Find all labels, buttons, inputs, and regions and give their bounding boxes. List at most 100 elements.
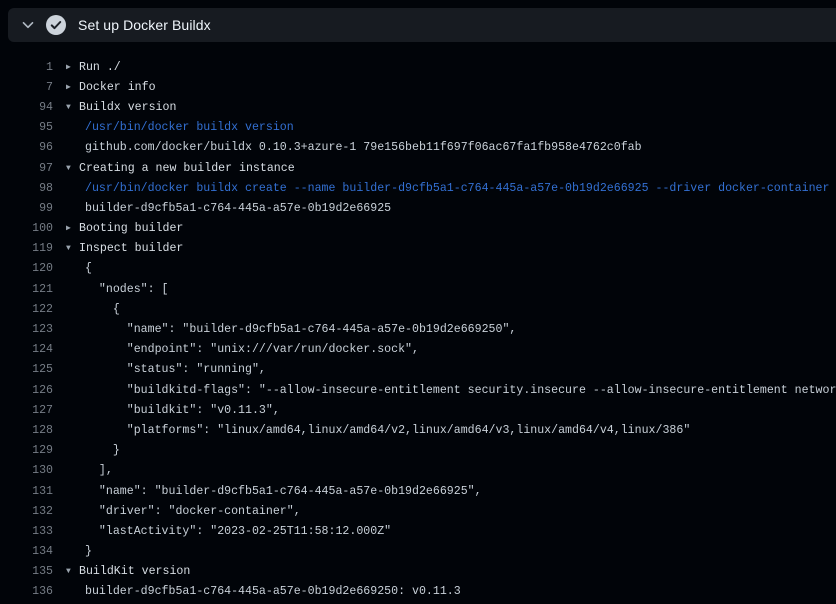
log-row: 126 "buildkitd-flags": "--allow-insecure… <box>0 380 836 400</box>
log-row: 133 "lastActivity": "2023-02-25T11:58:12… <box>0 521 836 541</box>
group-title: Inspect builder <box>79 242 183 255</box>
line-number[interactable]: 127 <box>0 404 53 417</box>
line-number[interactable]: 136 <box>0 585 53 598</box>
triangle-right-icon[interactable]: ▶ <box>66 82 79 92</box>
log-row: 122 { <box>0 299 836 319</box>
line-number[interactable]: 7 <box>0 81 53 94</box>
group-title: Buildx version <box>79 101 176 114</box>
output-line: "name": "builder-d9cfb5a1-c764-445a-a57e… <box>66 485 482 498</box>
log-row: 99 builder-d9cfb5a1-c764-445a-a57e-0b19d2… <box>0 198 836 218</box>
log-row: 130 ], <box>0 461 836 481</box>
line-number[interactable]: 124 <box>0 343 53 356</box>
group-title: Docker info <box>79 81 156 94</box>
group-header[interactable]: ▼Creating a new builder instance <box>66 162 295 175</box>
line-number[interactable]: 98 <box>0 182 53 195</box>
group-header[interactable]: ▶Run ./ <box>66 61 121 74</box>
output-line: "driver": "docker-container", <box>66 505 301 518</box>
line-number[interactable]: 135 <box>0 565 53 578</box>
line-number[interactable]: 100 <box>0 222 53 235</box>
output-line: { <box>66 262 92 275</box>
log-row: 131 "name": "builder-d9cfb5a1-c764-445a-… <box>0 481 836 501</box>
triangle-down-icon[interactable]: ▼ <box>66 164 79 173</box>
line-number[interactable]: 119 <box>0 242 53 255</box>
log-row: 124 "endpoint": "unix:///var/run/docker.… <box>0 340 836 360</box>
triangle-down-icon[interactable]: ▼ <box>66 244 79 253</box>
line-number[interactable]: 123 <box>0 323 53 336</box>
log-group-row[interactable]: 119 ▼Inspect builder <box>0 239 836 259</box>
triangle-down-icon[interactable]: ▼ <box>66 103 79 112</box>
log-row: 120 { <box>0 259 836 279</box>
log-row: 134} <box>0 542 836 562</box>
chevron-down-icon[interactable] <box>18 15 38 35</box>
group-header[interactable]: ▼Buildx version <box>66 101 176 114</box>
log-group-row[interactable]: 94 ▼Buildx version <box>0 97 836 117</box>
group-header[interactable]: ▶Docker info <box>66 81 156 94</box>
log-row: 125 "status": "running", <box>0 360 836 380</box>
command-line: /usr/bin/docker buildx create --name bui… <box>66 182 829 195</box>
triangle-down-icon[interactable]: ▼ <box>66 567 79 576</box>
line-number[interactable]: 133 <box>0 525 53 538</box>
log-row: 121 "nodes": [ <box>0 279 836 299</box>
line-number[interactable]: 121 <box>0 283 53 296</box>
log-row: 127 "buildkit": "v0.11.3", <box>0 400 836 420</box>
check-circle-icon <box>46 15 66 35</box>
output-line: "endpoint": "unix:///var/run/docker.sock… <box>66 343 419 356</box>
output-line: builder-d9cfb5a1-c764-445a-a57e-0b19d2e6… <box>66 585 461 598</box>
log-container: 1▶Run ./7▶Docker info94▼Buildx version95… <box>0 57 836 602</box>
log-row: 129 } <box>0 441 836 461</box>
line-number[interactable]: 97 <box>0 162 53 175</box>
line-number[interactable]: 130 <box>0 464 53 477</box>
line-number[interactable]: 99 <box>0 202 53 215</box>
log-row: 95/usr/bin/docker buildx version <box>0 118 836 138</box>
line-number[interactable]: 1 <box>0 61 53 74</box>
output-line: "status": "running", <box>66 363 266 376</box>
output-line: github.com/docker/buildx 0.10.3+azure-1 … <box>66 141 642 154</box>
output-line: ], <box>66 464 113 477</box>
step-title: Set up Docker Buildx <box>78 17 211 33</box>
line-number[interactable]: 132 <box>0 505 53 518</box>
step-header[interactable]: Set up Docker Buildx <box>8 8 836 42</box>
command-line: /usr/bin/docker buildx version <box>66 121 294 134</box>
group-title: Booting builder <box>79 222 183 235</box>
line-number[interactable]: 94 <box>0 101 53 114</box>
log-row: 123 "name": "builder-d9cfb5a1-c764-445a-… <box>0 319 836 339</box>
line-number[interactable]: 122 <box>0 303 53 316</box>
output-line: "platforms": "linux/amd64,linux/amd64/v2… <box>66 424 690 437</box>
line-number[interactable]: 95 <box>0 121 53 134</box>
line-number[interactable]: 126 <box>0 384 53 397</box>
triangle-right-icon[interactable]: ▶ <box>66 223 79 233</box>
log-group-row[interactable]: 135 ▼BuildKit version <box>0 562 836 582</box>
line-number[interactable]: 120 <box>0 262 53 275</box>
log-row: 132 "driver": "docker-container", <box>0 501 836 521</box>
output-line: } <box>66 444 120 457</box>
group-header[interactable]: ▶Booting builder <box>66 222 183 235</box>
line-number[interactable]: 129 <box>0 444 53 457</box>
log-group-row[interactable]: 1 ▶Run ./ <box>0 57 836 77</box>
line-number[interactable]: 134 <box>0 545 53 558</box>
line-number[interactable]: 131 <box>0 485 53 498</box>
log-group-row[interactable]: 100 ▶Booting builder <box>0 219 836 239</box>
output-line: "nodes": [ <box>66 283 169 296</box>
log-group-row[interactable]: 97 ▼Creating a new builder instance <box>0 158 836 178</box>
log-row: 136 builder-d9cfb5a1-c764-445a-a57e-0b19d… <box>0 582 836 602</box>
group-header[interactable]: ▼Inspect builder <box>66 242 183 255</box>
line-number[interactable]: 125 <box>0 363 53 376</box>
log-row: 128 "platforms": "linux/amd64,linux/amd6… <box>0 420 836 440</box>
output-line: "buildkitd-flags": "--allow-insecure-ent… <box>66 384 836 397</box>
log-row: 98/usr/bin/docker buildx create --name b… <box>0 178 836 198</box>
group-header[interactable]: ▼BuildKit version <box>66 565 190 578</box>
output-line: "lastActivity": "2023-02-25T11:58:12.000… <box>66 525 391 538</box>
output-line: builder-d9cfb5a1-c764-445a-a57e-0b19d2e6… <box>66 202 391 215</box>
line-number[interactable]: 128 <box>0 424 53 437</box>
output-line: "buildkit": "v0.11.3", <box>66 404 280 417</box>
log-group-row[interactable]: 7 ▶Docker info <box>0 77 836 97</box>
log-row: 96 github.com/docker/buildx 0.10.3+azure-… <box>0 138 836 158</box>
output-line: "name": "builder-d9cfb5a1-c764-445a-a57e… <box>66 323 516 336</box>
line-number[interactable]: 96 <box>0 141 53 154</box>
output-line: } <box>66 545 92 558</box>
group-title: BuildKit version <box>79 565 190 578</box>
output-line: { <box>66 303 120 316</box>
group-title: Creating a new builder instance <box>79 162 295 175</box>
group-title: Run ./ <box>79 61 121 74</box>
triangle-right-icon[interactable]: ▶ <box>66 62 79 72</box>
